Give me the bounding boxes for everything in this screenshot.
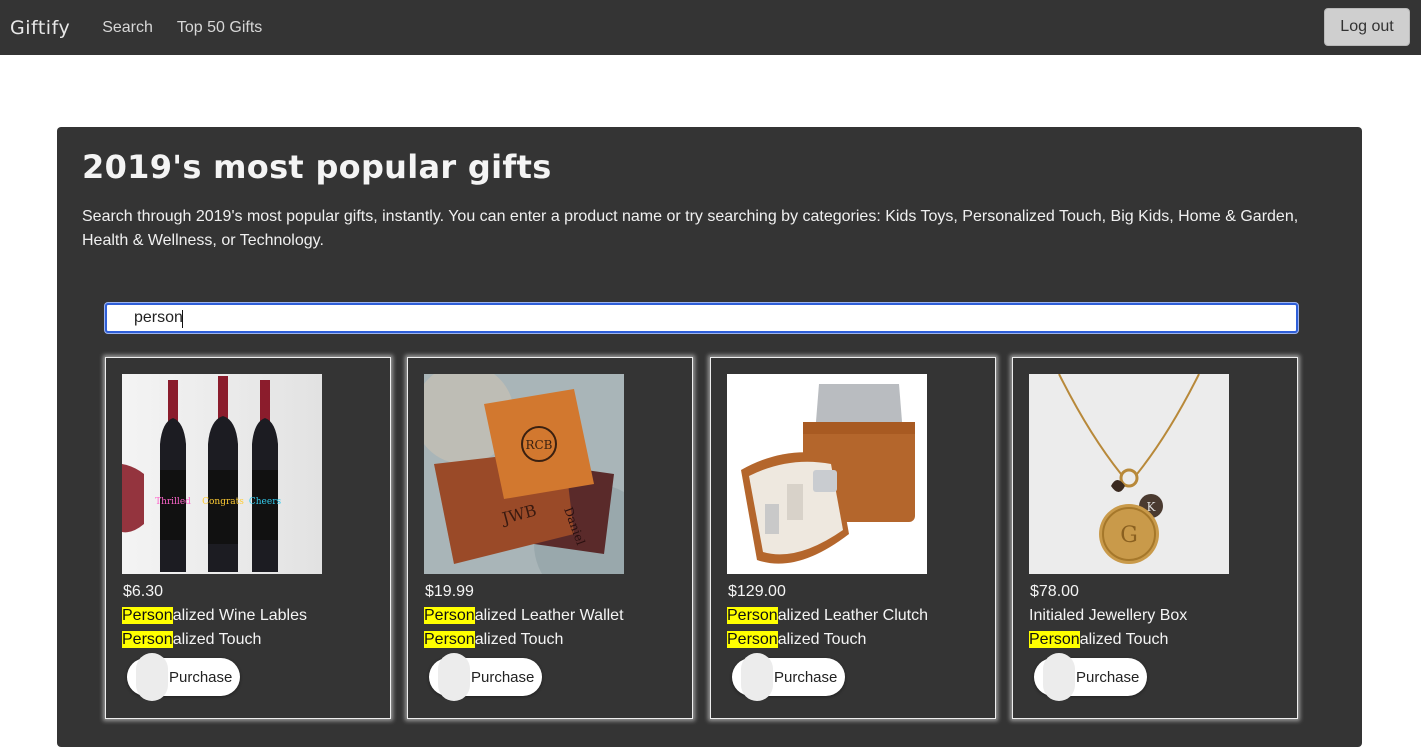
ripple-effect (136, 653, 168, 701)
purchase-label: Purchase (471, 668, 535, 686)
gift-price: $19.99 (425, 583, 474, 600)
svg-text:Cheers: Cheers (249, 497, 282, 507)
gift-category: Personalized Touch (122, 631, 261, 649)
brand-logo[interactable]: Giftify (10, 17, 70, 39)
gift-name: Initialed Jewellery Box (1029, 607, 1187, 625)
gift-category-rest: alized Touch (1079, 631, 1169, 648)
gift-name: Personalized Wine Lables (122, 607, 307, 625)
gift-name: Personalized Leather Clutch (727, 607, 928, 625)
gift-category: Personalized Touch (727, 631, 866, 649)
purchase-button[interactable]: Purchase (1034, 653, 1147, 701)
nav-link-top-50-gifts[interactable]: Top 50 Gifts (177, 19, 262, 37)
search-highlight: Person (1029, 631, 1080, 648)
ripple-effect (438, 653, 470, 701)
gift-name-rest: alized Leather Wallet (474, 607, 624, 624)
gift-name-rest: alized Wine Lables (172, 607, 307, 624)
ripple-effect (741, 653, 773, 701)
svg-text:RCB: RCB (525, 438, 552, 452)
purchase-button[interactable]: Purchase (127, 653, 240, 701)
gift-price: $129.00 (728, 583, 786, 600)
svg-text:Congrats: Congrats (202, 497, 244, 507)
gift-category: Personalized Touch (424, 631, 563, 649)
purchase-label: Purchase (1076, 668, 1140, 686)
gift-category: Personalized Touch (1029, 631, 1168, 649)
ripple-effect (1043, 653, 1075, 701)
gift-price: $6.30 (123, 583, 164, 600)
purchase-button[interactable]: Purchase (732, 653, 845, 701)
purchase-label: Purchase (774, 668, 838, 686)
purchase-button[interactable]: Purchase (429, 653, 542, 701)
logout-button[interactable]: Log out (1324, 8, 1410, 46)
page-description: Search through 2019's most popular gifts… (82, 208, 1299, 249)
page-title: 2019's most popular gifts (82, 148, 552, 186)
search-highlight: Person (727, 631, 778, 648)
gift-name: Personalized Leather Wallet (424, 607, 624, 625)
charm-necklace-image[interactable]: K G (1029, 374, 1229, 574)
search-highlight: Person (424, 607, 475, 624)
gift-card: Thrilled Congrats Cheers $6.30 Personali… (105, 357, 391, 719)
wine-bottles-image[interactable]: Thrilled Congrats Cheers (122, 374, 322, 574)
gift-price: $78.00 (1030, 583, 1079, 600)
hero-panel: 2019's most popular gifts Search through… (57, 127, 1362, 747)
gift-card: $129.00 Personalized Leather Clutch Pers… (710, 357, 996, 719)
gift-card: K G $78.00 Initialed Jewellery Box Perso… (1012, 357, 1298, 719)
navbar: Giftify Search Top 50 Gifts Log out (0, 0, 1421, 55)
svg-text:Thrilled: Thrilled (155, 497, 191, 507)
svg-text:G: G (1120, 523, 1138, 548)
gift-category-rest: alized Touch (777, 631, 867, 648)
search-box[interactable] (105, 303, 1298, 333)
search-highlight: Person (122, 631, 173, 648)
gift-category-rest: alized Touch (172, 631, 262, 648)
gift-name-rest: Initialed Jewellery Box (1029, 607, 1188, 624)
gift-category-rest: alized Touch (474, 631, 564, 648)
nav-link-search[interactable]: Search (102, 19, 153, 37)
search-input[interactable] (107, 305, 1296, 331)
leather-clutch-image[interactable] (727, 374, 927, 574)
gift-name-rest: alized Leather Clutch (777, 607, 929, 624)
text-caret (182, 310, 183, 328)
purchase-label: Purchase (169, 668, 233, 686)
search-highlight: Person (727, 607, 778, 624)
gift-card: RCB JWB Daniel $19.99 Personalized Leath… (407, 357, 693, 719)
search-highlight: Person (122, 607, 173, 624)
search-highlight: Person (424, 631, 475, 648)
leather-wallet-image[interactable]: RCB JWB Daniel (424, 374, 624, 574)
